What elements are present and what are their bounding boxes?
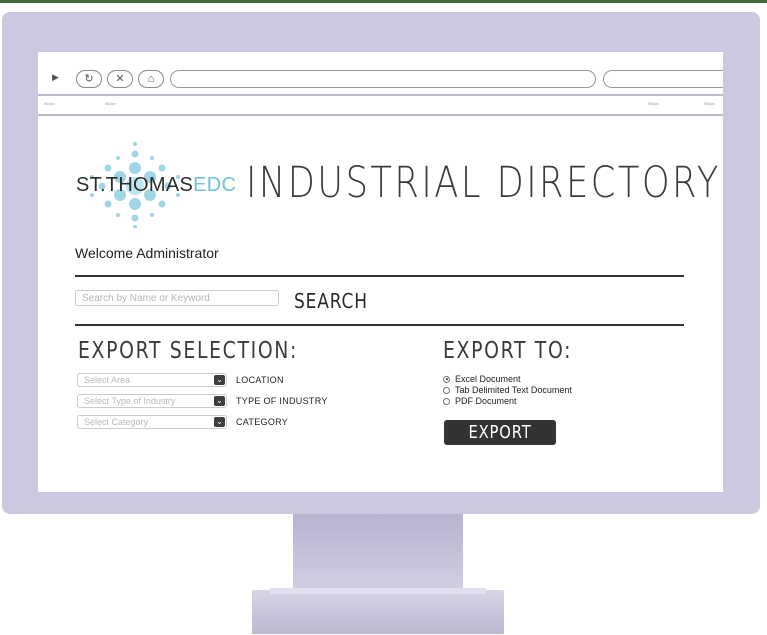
monitor-stand-base-top: [270, 588, 486, 594]
toolbar-divider: [38, 94, 723, 96]
select-industry-dropdown[interactable]: Select Type of Industry ⌄: [77, 394, 227, 408]
divider-bottom: [75, 324, 684, 326]
play-arrow-icon[interactable]: ▶: [52, 72, 59, 83]
radio-label: Excel Document: [455, 374, 521, 384]
ruler-mark: 960px: [105, 101, 116, 106]
logo-text-st-thomas: ST.THOMAS: [76, 174, 194, 196]
select-area-placeholder: Select Area: [84, 375, 131, 385]
select-area-dropdown[interactable]: Select Area ⌄: [77, 373, 227, 387]
ruler-mark: 960px: [704, 101, 715, 106]
export-to-heading: EXPORT TO:: [443, 338, 573, 364]
type-of-industry-label: TYPE OF INDUSTRY: [236, 396, 328, 406]
browser-toolbar: ▶ ↻ ✕ ⌂ 960px 960px 960px 960px: [38, 52, 723, 116]
address-bar[interactable]: [170, 70, 596, 88]
select-industry-placeholder: Select Type of Industry: [84, 396, 176, 406]
radio-unselected-icon[interactable]: [443, 397, 450, 405]
ruler-mark: 960px: [44, 101, 55, 106]
logo-wordmark: ST.THOMASEDC: [76, 174, 236, 197]
radio-tab-delimited-document[interactable]: Tab Delimited Text Document: [443, 385, 572, 395]
location-label: LOCATION: [236, 375, 284, 385]
radio-unselected-icon[interactable]: [443, 386, 450, 394]
monitor-stand-base: [252, 590, 504, 634]
select-category-dropdown[interactable]: Select Category ⌄: [77, 415, 227, 429]
divider-top: [75, 275, 684, 277]
logo-text-edc: EDC: [193, 174, 237, 196]
radio-label: Tab Delimited Text Document: [455, 385, 572, 395]
welcome-message: Welcome Administrator: [75, 245, 219, 261]
search-input[interactable]: Search by Name or Keyword: [75, 290, 279, 306]
browser-search-bar[interactable]: [603, 70, 723, 88]
page-title: INDUSTRIAL DIRECTORY: [246, 158, 721, 208]
monitor-frame: ▶ ↻ ✕ ⌂ 960px 960px 960px 960px ST.THOMA…: [2, 12, 760, 514]
chevron-down-icon[interactable]: ⌄: [214, 396, 225, 406]
monitor-stand-neck: [293, 514, 463, 592]
browser-window: ▶ ↻ ✕ ⌂ 960px 960px 960px 960px ST.THOMA…: [38, 52, 723, 492]
export-selection-heading: EXPORT SELECTION:: [78, 338, 299, 364]
ruler-mark: 960px: [648, 101, 659, 106]
radio-label: PDF Document: [455, 396, 517, 406]
chevron-down-icon[interactable]: ⌄: [214, 375, 225, 385]
reload-icon[interactable]: ↻: [76, 70, 102, 88]
ruler-divider: [38, 114, 723, 116]
radio-pdf-document[interactable]: PDF Document: [443, 396, 517, 406]
top-edge-strip: [0, 0, 767, 3]
export-list-label: EXPORT LIST: [468, 422, 532, 468]
radio-selected-icon[interactable]: [443, 375, 450, 383]
home-icon[interactable]: ⌂: [138, 70, 164, 88]
chevron-down-icon[interactable]: ⌄: [214, 417, 225, 427]
category-label: CATEGORY: [236, 417, 289, 427]
search-button[interactable]: SEARCH: [294, 289, 368, 313]
close-icon[interactable]: ✕: [107, 70, 133, 88]
select-category-placeholder: Select Category: [84, 417, 149, 427]
export-list-button[interactable]: EXPORT LIST: [444, 420, 556, 468]
radio-excel-document[interactable]: Excel Document: [443, 374, 521, 384]
